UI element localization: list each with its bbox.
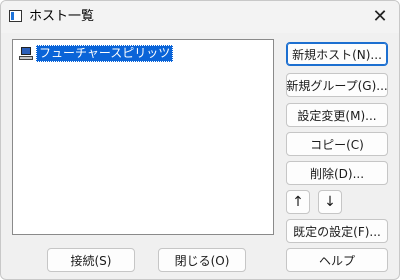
help-button[interactable]: ヘルプ [286,248,388,272]
move-down-button[interactable]: ↓ [318,190,342,214]
list-item[interactable]: フューチャースピリッツ [19,44,174,62]
close-icon[interactable]: ✕ [365,3,395,29]
new-host-button[interactable]: 新規ホスト(N)... [286,42,388,66]
copy-button[interactable]: コピー(C) [286,132,388,156]
host-list-dialog: ホスト一覧 ✕ フューチャースピリッツ 新規ホスト(N)... 新規グループ(G… [0,0,400,280]
edit-settings-button[interactable]: 設定変更(M)... [286,103,388,127]
app-icon [9,10,22,22]
default-settings-button[interactable]: 既定の設定(F)... [286,219,388,243]
computer-icon [19,46,33,60]
host-item-label[interactable]: フューチャースピリッツ [36,44,174,62]
host-list[interactable]: フューチャースピリッツ [12,39,274,235]
title-bar: ホスト一覧 ✕ [1,1,399,33]
delete-button[interactable]: 削除(D)... [286,161,388,185]
connect-button[interactable]: 接続(S) [47,248,135,272]
close-button[interactable]: 閉じる(O) [158,248,246,272]
new-group-button[interactable]: 新規グループ(G)... [286,73,388,97]
move-up-button[interactable]: ↑ [286,190,310,214]
window-title: ホスト一覧 [29,9,95,24]
